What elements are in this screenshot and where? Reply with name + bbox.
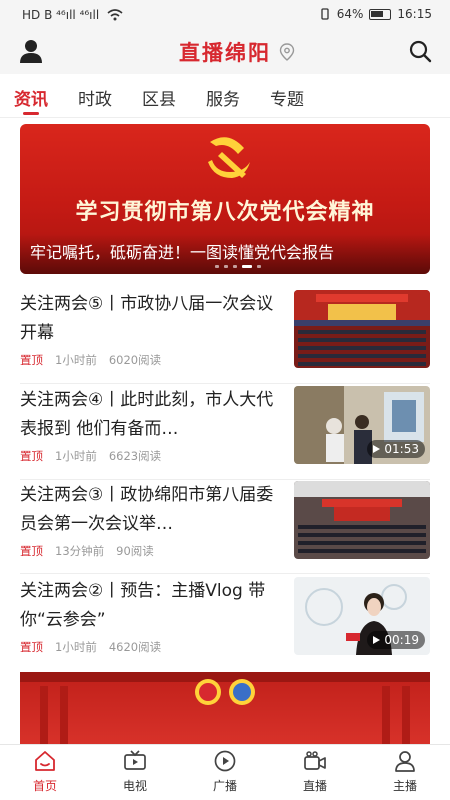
app-header: 直播绵阳 [0, 30, 450, 74]
news-thumbnail [294, 481, 430, 559]
banner-caption: 牢记嘱托，砥砺奋进！一图读懂党代会报告 [30, 243, 335, 262]
meeting-hall-image [294, 481, 430, 559]
home-icon [35, 751, 55, 771]
news-item[interactable]: 关注两会⑤丨市政协八届一次会议开幕 置顶 1小时前 6020阅读 [20, 290, 430, 382]
tab-news[interactable]: 资讯 [14, 85, 48, 110]
news-item[interactable]: 关注两会③丨政协绵阳市第八届委员会第一次会议举… 置顶 13分钟前 90阅读 [20, 481, 430, 573]
tv-icon [124, 750, 146, 770]
nav-tv[interactable]: 电视 [100, 749, 170, 794]
radio-icon [214, 750, 236, 772]
nav-home[interactable]: 首页 [10, 749, 80, 794]
divider [20, 479, 430, 480]
news-time: 1小时前 [55, 640, 97, 654]
news-reads: 4620阅读 [108, 640, 162, 654]
tab-districts[interactable]: 区县 [142, 85, 176, 110]
news-meta: 置顶 1小时前 4620阅读 [20, 639, 161, 655]
carousel-dot-active [242, 265, 252, 268]
news-meta: 置顶 1小时前 6020阅读 [20, 352, 161, 368]
carousel-dot [233, 265, 237, 268]
news-time: 1小时前 [55, 353, 97, 367]
news-meta: 置顶 13分钟前 90阅读 [20, 543, 154, 559]
nav-label: 首页 [32, 779, 57, 793]
carousel-dot [257, 265, 261, 268]
status-right: 64% 16:15 [319, 7, 432, 21]
vibrate-icon [321, 8, 329, 20]
tab-services[interactable]: 服务 [206, 85, 240, 110]
play-icon [373, 445, 381, 453]
video-duration: 01:53 [384, 442, 419, 456]
party-emblem-icon [208, 137, 250, 178]
nav-label: 主播 [392, 779, 417, 793]
video-duration: 00:19 [384, 633, 419, 647]
news-reads: 6623阅读 [108, 449, 162, 463]
video-duration-badge: 00:19 [367, 631, 425, 649]
play-icon [373, 636, 381, 644]
pinned-label: 置顶 [20, 353, 43, 367]
category-tabs: 资讯 时政 区县 服务 专题 [0, 74, 450, 118]
tab-topics[interactable]: 专题 [270, 85, 304, 110]
network-indicators: HD B ⁴⁶ıll ⁴⁶ıll [22, 8, 100, 22]
divider [20, 383, 430, 384]
battery-icon [369, 8, 392, 20]
pinned-label: 置顶 [20, 544, 43, 558]
news-thumbnail: 01:53 [294, 386, 430, 464]
status-bar: HD B ⁴⁶ıll ⁴⁶ıll 64% 16:15 [0, 0, 450, 30]
bottom-navigation: 首页 电视 广播 直播 主播 [0, 744, 450, 800]
news-item[interactable]: 关注两会②丨预告：主播Vlog 带你“云参会” 置顶 1小时前 4620阅读 0… [20, 577, 430, 669]
nav-label: 电视 [122, 779, 147, 793]
meeting-hall-image [294, 290, 430, 368]
two-sessions-banner[interactable] [20, 672, 430, 746]
live-camera-icon [304, 751, 326, 770]
video-duration-badge: 01:53 [367, 440, 425, 458]
banner-headline: 学习贯彻市第八次党代会精神 [75, 200, 375, 225]
divider [20, 573, 430, 574]
carousel-dot [224, 265, 228, 268]
nav-anchor[interactable]: 主播 [370, 749, 440, 794]
active-tab-indicator [23, 112, 39, 115]
pinned-label: 置顶 [20, 640, 43, 654]
news-title: 关注两会②丨预告：主播Vlog 带你“云参会” [20, 581, 266, 630]
tab-politics[interactable]: 时政 [78, 85, 112, 110]
news-time: 1小时前 [55, 449, 97, 463]
battery-percent: 64% [336, 7, 364, 21]
news-reads: 90阅读 [116, 544, 154, 558]
news-title: 关注两会④丨此时此刻，市人大代表报到 他们有备而… [20, 390, 274, 439]
news-reads: 6020阅读 [108, 353, 162, 367]
news-item[interactable]: 关注两会④丨此时此刻，市人大代表报到 他们有备而… 置顶 1小时前 6623阅读… [20, 386, 430, 478]
pinned-label: 置顶 [20, 449, 43, 463]
news-thumbnail: 00:19 [294, 577, 430, 655]
location-pin-icon[interactable] [279, 43, 295, 61]
clock: 16:15 [397, 7, 432, 21]
wifi-icon [107, 9, 123, 21]
hero-banner[interactable]: 学习贯彻市第八次党代会精神 牢记嘱托，砥砺奋进！一图读懂党代会报告 [20, 124, 430, 274]
app-title: 直播绵阳 [179, 41, 271, 65]
nav-label: 直播 [302, 779, 327, 793]
two-sessions-banner-art [20, 672, 430, 746]
carousel-dot [215, 265, 219, 268]
anchor-icon [395, 751, 415, 772]
nav-label: 广播 [212, 779, 237, 793]
carousel-indicator [215, 265, 261, 268]
nav-radio[interactable]: 广播 [190, 749, 260, 794]
search-icon[interactable] [408, 39, 432, 63]
news-time: 13分钟前 [55, 544, 105, 558]
news-title: 关注两会③丨政协绵阳市第八届委员会第一次会议举… [20, 485, 274, 534]
status-left: HD B ⁴⁶ıll ⁴⁶ıll [22, 8, 123, 22]
news-title: 关注两会⑤丨市政协八届一次会议开幕 [20, 294, 274, 343]
news-thumbnail [294, 290, 430, 368]
nav-live[interactable]: 直播 [280, 749, 350, 794]
news-meta: 置顶 1小时前 6623阅读 [20, 448, 161, 464]
